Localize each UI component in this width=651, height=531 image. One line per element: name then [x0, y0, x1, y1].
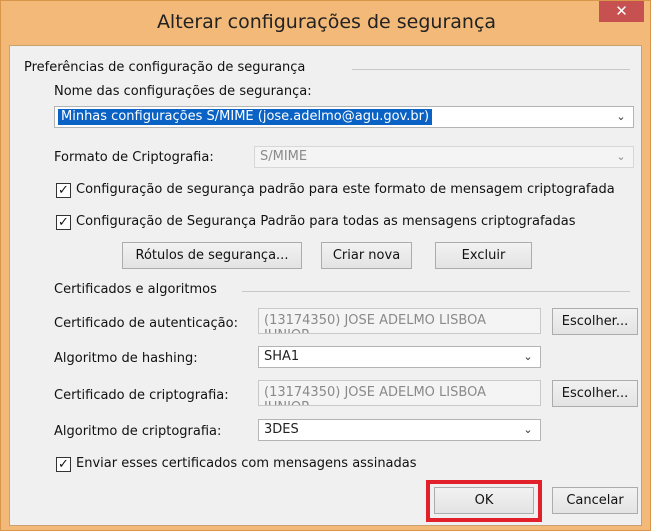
certificates-section-label: Certificados e algoritmos: [54, 282, 217, 297]
hash-algorithm-value: SHA1: [264, 349, 300, 364]
title-bar[interactable]: Alterar configurações de segurança ✕: [1, 1, 651, 45]
ok-button[interactable]: OK: [434, 487, 534, 514]
settings-name-combobox[interactable]: Minhas configurações S/MIME (jose.adelmo…: [54, 106, 634, 128]
chevron-down-icon: ⌄: [616, 150, 626, 163]
choose-crypto-cert-button[interactable]: Escolher...: [552, 380, 638, 407]
send-certs-checkbox[interactable]: ✓: [56, 457, 71, 472]
default-format-checkbox-label[interactable]: Configuração de segurança padrão para es…: [76, 182, 615, 197]
chevron-down-icon[interactable]: ⌄: [522, 349, 534, 365]
dialog-body: Preferências de configuração de seguranç…: [9, 45, 642, 526]
close-icon: ✕: [615, 2, 628, 20]
settings-name-label: Nome das configurações de segurança:: [54, 84, 312, 99]
preferences-section-divider: [352, 69, 630, 70]
dialog-window: Alterar configurações de segurança ✕ Pre…: [0, 0, 651, 531]
default-format-checkbox[interactable]: ✓: [56, 183, 71, 198]
auth-cert-value: (13174350) JOSE ADELMO LISBOA JUNIOR: [264, 313, 486, 333]
format-value: S/MIME: [260, 149, 308, 164]
preferences-section-label: Preferências de configuração de seguranç…: [24, 60, 306, 75]
security-labels-button[interactable]: Rótulos de segurança...: [122, 242, 302, 269]
hash-algorithm-combobox[interactable]: SHA1 ⌄: [258, 346, 541, 368]
hash-algorithm-label: Algoritmo de hashing:: [54, 351, 198, 366]
chevron-down-icon[interactable]: ⌄: [522, 422, 534, 438]
format-label: Formato de Criptografia:: [54, 150, 214, 165]
default-all-checkbox-label[interactable]: Configuração de Segurança Padrão para to…: [76, 214, 576, 229]
choose-auth-cert-button[interactable]: Escolher...: [552, 308, 638, 335]
crypto-cert-label: Certificado de criptografia:: [54, 388, 229, 403]
cancel-button[interactable]: Cancelar: [552, 487, 638, 514]
chevron-down-icon[interactable]: ⌄: [615, 109, 627, 125]
send-certs-checkbox-label[interactable]: Enviar esses certificados com mensagens …: [76, 456, 417, 471]
delete-button[interactable]: Excluir: [435, 242, 532, 269]
crypto-algorithm-value: 3DES: [264, 422, 299, 437]
auth-cert-label: Certificado de autenticação:: [54, 316, 238, 331]
format-combobox: S/MIME ⌄: [254, 146, 634, 168]
close-button[interactable]: ✕: [599, 1, 644, 22]
default-all-checkbox[interactable]: ✓: [56, 215, 71, 230]
crypto-cert-field: (13174350) JOSE ADELMO LISBOA JUNIOR: [258, 380, 541, 406]
crypto-algorithm-combobox[interactable]: 3DES ⌄: [258, 419, 541, 441]
crypto-cert-value: (13174350) JOSE ADELMO LISBOA JUNIOR: [264, 385, 486, 405]
settings-name-value[interactable]: Minhas configurações S/MIME (jose.adelmo…: [58, 109, 433, 125]
create-new-button[interactable]: Criar nova: [321, 242, 412, 269]
certificates-section-divider: [242, 291, 630, 292]
crypto-algorithm-label: Algoritmo de criptografia:: [54, 424, 222, 439]
dialog-title: Alterar configurações de segurança: [156, 11, 497, 33]
auth-cert-field: (13174350) JOSE ADELMO LISBOA JUNIOR: [258, 308, 541, 334]
